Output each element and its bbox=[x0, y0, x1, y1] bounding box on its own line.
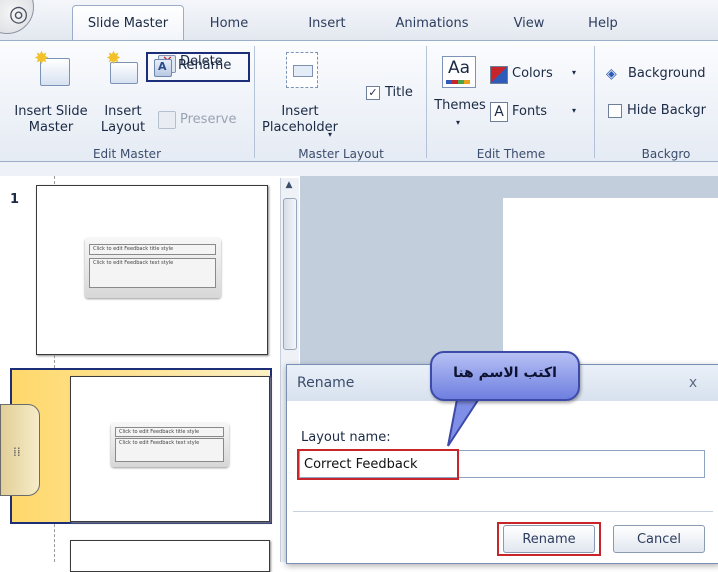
insert-placeholder-label-line1: Insert bbox=[281, 104, 319, 119]
placeholder-icon bbox=[286, 52, 318, 88]
office-button[interactable]: ◎ bbox=[0, 0, 34, 34]
preserve-button[interactable]: Preserve bbox=[152, 108, 248, 130]
themes-label: Themes bbox=[434, 98, 486, 113]
colors-icon bbox=[490, 66, 508, 84]
background-styles-label: Background bbox=[628, 66, 706, 81]
group-label-edit-theme: Edit Theme bbox=[476, 147, 546, 161]
preserve-label: Preserve bbox=[180, 112, 237, 127]
tab-slide-master[interactable]: Slide Master bbox=[72, 5, 184, 41]
tab-home[interactable]: Home bbox=[196, 10, 262, 38]
thumbnail-title-placeholder: Click to edit Feedback title style bbox=[89, 244, 216, 255]
pane-grip-handle[interactable]: ⁞⁞ bbox=[0, 404, 40, 496]
fonts-label: Fonts bbox=[512, 104, 548, 119]
insert-slide-master-button[interactable]: ✸ Insert Slide Master bbox=[8, 48, 94, 140]
new-star-icon: ✸ bbox=[34, 48, 50, 69]
insert-placeholder-button[interactable]: Insert Placeholder ▾ bbox=[258, 48, 342, 140]
group-separator bbox=[426, 46, 427, 158]
slide-number: 1 bbox=[10, 192, 20, 207]
insert-layout-label-line2: Layout bbox=[100, 120, 146, 135]
thumbnail-text-placeholder: Click to edit Feedback text style bbox=[115, 438, 224, 462]
dropdown-arrow-icon: ▾ bbox=[456, 118, 461, 127]
fonts-icon: A bbox=[490, 102, 508, 122]
callout-text: اكتب الاسم هنا bbox=[453, 365, 557, 381]
checkbox-checked-icon: ✓ bbox=[366, 86, 380, 100]
themes-icon: Aa bbox=[442, 56, 476, 88]
colors-label: Colors bbox=[512, 66, 553, 81]
checkbox-unchecked-icon bbox=[608, 104, 622, 118]
tab-help[interactable]: Help bbox=[580, 10, 626, 38]
dropdown-arrow-icon: ▾ bbox=[572, 106, 577, 115]
ribbon-tab-bar: ◎ Slide Master Home Insert Animations Vi… bbox=[0, 0, 718, 41]
layout-thumbnail-selected[interactable]: Click to edit Feedback title style Click… bbox=[70, 376, 270, 522]
layout-thumbnail-next[interactable] bbox=[70, 540, 270, 572]
title-checkbox-label: Title bbox=[385, 85, 413, 100]
dialog-divider bbox=[293, 511, 713, 512]
office-logo-icon: ◎ bbox=[9, 2, 29, 27]
insert-layout-label-line1: Insert bbox=[104, 104, 142, 119]
slide-master-thumbnail[interactable]: Click to edit Feedback title style Click… bbox=[36, 185, 268, 355]
dropdown-arrow-icon: ▾ bbox=[572, 68, 577, 77]
thumbnail-text-placeholder: Click to edit Feedback text style bbox=[89, 258, 216, 288]
themes-button[interactable]: Aa Themes ▾ bbox=[434, 50, 486, 140]
group-label-master-layout: Master Layout bbox=[298, 147, 384, 161]
colors-button[interactable]: Colors ▾ bbox=[490, 64, 590, 86]
group-separator bbox=[594, 46, 595, 158]
ribbon: ◎ Slide Master Home Insert Animations Vi… bbox=[0, 0, 718, 176]
insert-slide-master-label-line1: Insert Slide bbox=[14, 104, 88, 119]
group-label-background: Backgro bbox=[641, 147, 691, 161]
rename-button-highlight-box bbox=[497, 522, 601, 556]
paint-bucket-icon: ◈ bbox=[606, 66, 617, 82]
title-checkbox[interactable]: ✓ Title bbox=[366, 84, 422, 102]
group-separator bbox=[254, 46, 255, 158]
grip-dots-icon: ⁞⁞ bbox=[13, 445, 21, 459]
tab-view[interactable]: View bbox=[498, 10, 560, 38]
hide-background-checkbox[interactable]: Hide Backgr bbox=[608, 102, 718, 120]
insert-slide-master-label-line2: Master bbox=[28, 120, 74, 135]
rename-highlight-box bbox=[146, 52, 250, 82]
tab-animations[interactable]: Animations bbox=[382, 10, 482, 38]
slide-canvas[interactable] bbox=[503, 198, 718, 374]
input-highlight-box bbox=[297, 449, 459, 480]
insert-layout-button[interactable]: ✸ Insert Layout bbox=[98, 48, 148, 140]
cancel-button[interactable]: Cancel bbox=[613, 525, 705, 553]
preserve-icon bbox=[158, 111, 176, 129]
thumbnail-title-placeholder: Click to edit Feedback title style bbox=[115, 427, 224, 437]
hide-background-label: Hide Backgr bbox=[627, 103, 706, 118]
close-icon[interactable]: x bbox=[679, 373, 707, 393]
group-label-edit-master: Edit Master bbox=[92, 147, 162, 161]
dialog-title: Rename bbox=[297, 375, 355, 391]
dropdown-arrow-icon: ▾ bbox=[328, 130, 333, 139]
instruction-callout: اكتب الاسم هنا bbox=[430, 351, 580, 401]
scroll-up-arrow-icon[interactable]: ▲ bbox=[283, 180, 295, 192]
tab-insert[interactable]: Insert bbox=[296, 10, 358, 38]
fonts-button[interactable]: A Fonts ▾ bbox=[490, 102, 590, 124]
new-star-icon: ✸ bbox=[106, 48, 122, 69]
scrollbar-thumb[interactable] bbox=[283, 198, 297, 350]
layout-name-label: Layout name: bbox=[301, 430, 391, 445]
background-styles-button[interactable]: ◈ Background bbox=[606, 64, 718, 86]
